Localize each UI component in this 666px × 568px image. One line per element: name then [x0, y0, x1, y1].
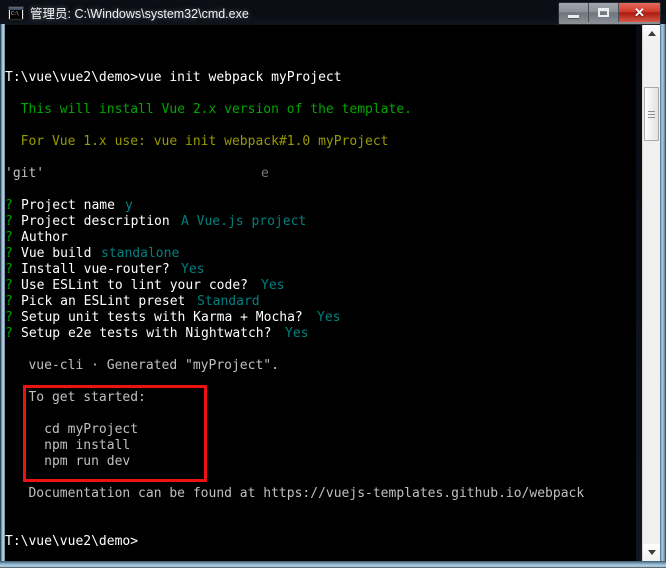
console-line: ? Setup unit tests with Karma + Mocha? Y… — [5, 310, 340, 326]
console-text: Setup e2e tests with Nightwatch? — [21, 326, 280, 341]
console-line: ? Project name y — [5, 198, 133, 214]
console-text: ? — [5, 214, 21, 229]
console-line: Documentation can be found at https://vu… — [5, 486, 584, 502]
console-client-area[interactable]: T:\vue\vue2\demo>vue init webpack myProj… — [5, 25, 636, 561]
console-text: Project name — [21, 198, 123, 213]
console-text: Yes — [261, 278, 285, 293]
console-text: ? — [5, 326, 21, 341]
console-line: ? Setup e2e tests with Nightwatch? Yes — [5, 326, 308, 342]
scrollbar-grip-icon — [648, 109, 655, 120]
console-line: ? Install vue-router? Yes — [5, 262, 204, 278]
console-text: y — [125, 198, 133, 213]
cmd-icon-glyph: C:\ — [10, 9, 22, 19]
window-border-right — [660, 24, 666, 568]
console-text: A Vue.js project — [181, 214, 307, 229]
console-line: 'git' e — [5, 166, 269, 182]
scroll-down-arrow-icon[interactable] — [643, 544, 660, 561]
console-text: ? — [5, 262, 21, 277]
maximize-button[interactable] — [589, 3, 619, 22]
console-line: ? Use ESLint to lint your code? Yes — [5, 278, 284, 294]
console-text: ? — [5, 278, 21, 293]
console-text: Install vue-router? — [21, 262, 178, 277]
console-line: vue-cli · Generated "myProject". — [5, 358, 279, 374]
close-button[interactable]: ✕ — [619, 3, 660, 22]
console-text: Project description — [21, 214, 178, 229]
cmd-icon: C:\ — [8, 5, 24, 20]
cmd-window: C:\ 管理员: C:\Windows\system32\cmd.exe ✕ T… — [0, 0, 666, 568]
window-border-bottom — [0, 561, 666, 568]
console-text: standalone — [101, 246, 180, 261]
console-text: 'git' — [5, 166, 45, 181]
console-text: vue-cli · Generated "myProject". — [5, 358, 279, 373]
console-text: ? — [5, 246, 21, 261]
console-line: ? Project description A Vue.js project — [5, 214, 306, 230]
console-text: Yes — [285, 326, 309, 341]
console-text: T:\vue\vue2\demo>vue init webpack myProj… — [5, 70, 342, 85]
console-line: For Vue 1.x use: vue init webpack#1.0 my… — [5, 134, 389, 150]
console-text: This will install Vue 2.x version of the… — [5, 102, 412, 117]
scrollbar-thumb[interactable] — [644, 87, 659, 141]
minimize-icon — [568, 14, 579, 18]
maximize-icon — [598, 8, 609, 17]
window-controls: ✕ — [558, 2, 661, 25]
console-text: T:\vue\vue2\demo> — [5, 534, 139, 549]
console-line: T:\vue\vue2\demo>vue init webpack myProj… — [5, 70, 342, 86]
console-text: ? — [5, 198, 21, 213]
console-text: Use ESLint to lint your code? — [21, 278, 256, 293]
console-text: For Vue 1.x use: vue init webpack#1.0 my… — [5, 134, 389, 149]
close-icon: ✕ — [634, 5, 645, 20]
minimize-button[interactable] — [559, 3, 589, 22]
console-text: Setup unit tests with Karma + Mocha? — [21, 310, 311, 325]
console-text: Standard — [197, 294, 260, 309]
console-line: ? Author — [5, 230, 68, 246]
console-line: This will install Vue 2.x version of the… — [5, 102, 412, 118]
console-text: Pick an ESLint preset — [21, 294, 194, 309]
console-text: Yes — [181, 262, 205, 277]
console-line: T:\vue\vue2\demo> — [5, 534, 138, 550]
console-line: ? Vue build standalone — [5, 246, 179, 262]
console-text: e — [261, 166, 269, 181]
console-text: Documentation can be found at https://vu… — [5, 486, 585, 501]
scroll-up-arrow-icon[interactable] — [643, 25, 660, 42]
console-text: Author — [21, 230, 68, 245]
console-text: ? — [5, 294, 21, 309]
red-highlight-box — [23, 385, 207, 482]
triangle-down-icon — [647, 550, 656, 555]
console-text: Yes — [317, 310, 341, 325]
console-text: ? — [5, 310, 21, 325]
console-text: ? — [5, 230, 21, 245]
vertical-scrollbar[interactable] — [642, 25, 660, 561]
title-bar[interactable]: C:\ 管理员: C:\Windows\system32\cmd.exe ✕ — [0, 0, 666, 25]
triangle-up-icon — [647, 31, 656, 36]
console-text: Vue build — [21, 246, 100, 261]
window-title: 管理员: C:\Windows\system32\cmd.exe — [30, 7, 249, 21]
console-line: ? Pick an ESLint preset Standard — [5, 294, 260, 310]
